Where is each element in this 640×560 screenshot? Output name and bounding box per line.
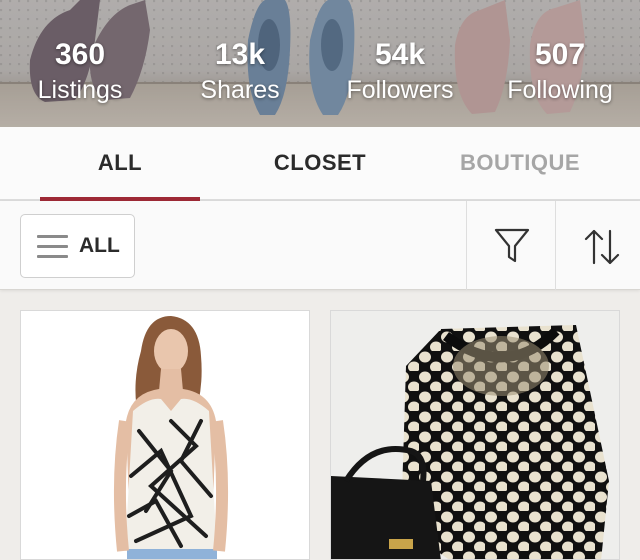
stat-followers[interactable]: 54k Followers (320, 36, 480, 116)
profile-stats: 360 Listings 13k Shares 54k Followers 50… (0, 36, 640, 116)
stat-following[interactable]: 507 Following (480, 36, 640, 116)
listing-toolbar: ALL (0, 201, 640, 290)
tab-closet[interactable]: CLOSET (240, 127, 400, 199)
tab-all-label: ALL (97, 150, 143, 175)
stat-shares-value: 13k (214, 38, 266, 71)
tab-boutique-label: BOUTIQUE (459, 150, 581, 175)
hamburger-icon (37, 235, 68, 259)
stat-shares-label: Shares (200, 76, 280, 104)
sort-arrows-icon (584, 229, 620, 265)
stat-listings-label: Listings (37, 76, 123, 104)
tab-boutique[interactable]: BOUTIQUE (400, 127, 640, 199)
sort-button[interactable] (558, 201, 640, 290)
listing-image-model-top (113, 316, 229, 559)
toolbar-divider (466, 201, 467, 290)
profile-header: 360 Listings 13k Shares 54k Followers 50… (0, 0, 640, 127)
listing-card[interactable] (20, 310, 310, 560)
stat-following-label: Following (507, 76, 613, 104)
stat-shares[interactable]: 13k Shares (160, 36, 320, 116)
category-menu-button[interactable]: ALL (20, 214, 135, 278)
filter-funnel-icon (494, 228, 530, 263)
stat-listings[interactable]: 360 Listings (0, 36, 160, 116)
listing-image-honeycomb-sweater (331, 325, 609, 559)
closet-tabs: ALL CLOSET BOUTIQUE (0, 127, 640, 201)
filter-button[interactable] (470, 201, 554, 290)
listing-card[interactable] (330, 310, 620, 560)
category-menu-label: ALL (79, 234, 120, 257)
stat-followers-value: 54k (374, 38, 426, 71)
stat-following-value: 507 (534, 38, 586, 71)
toolbar-divider (555, 201, 556, 290)
stat-followers-label: Followers (346, 76, 454, 104)
stat-listings-value: 360 (54, 38, 106, 71)
tab-all[interactable]: ALL (0, 127, 240, 201)
tab-closet-label: CLOSET (273, 150, 367, 175)
